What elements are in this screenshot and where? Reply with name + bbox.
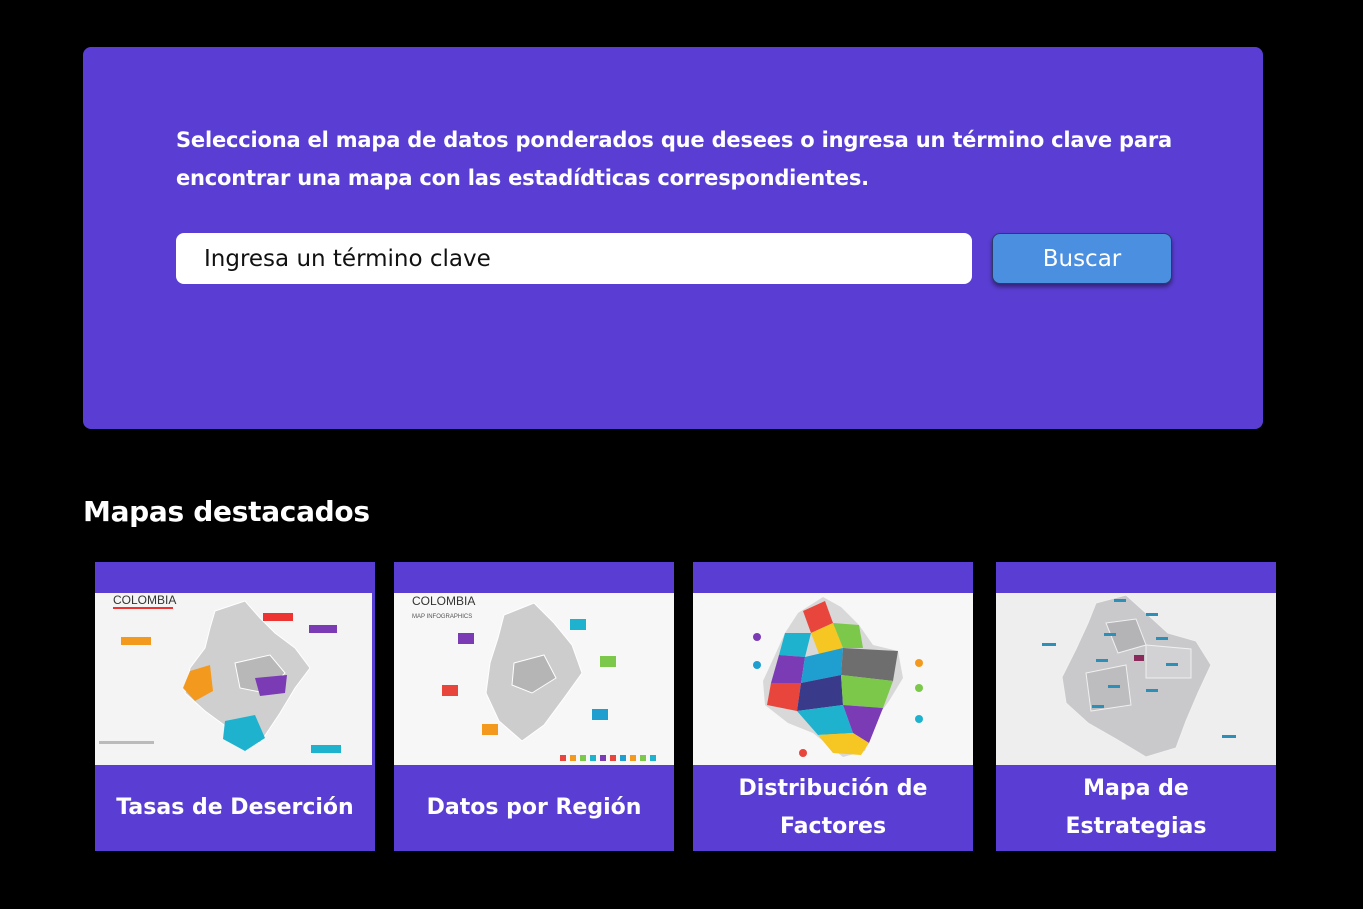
- map-card-desercion[interactable]: COLOMBIA Tasas de Deserción: [95, 562, 375, 851]
- map-card-label: Mapa de Estrategias: [1065, 776, 1207, 839]
- map-thumbnail: [693, 593, 973, 765]
- map-card-label: Tasas de Deserción: [116, 795, 354, 820]
- map-thumbnail: [996, 593, 1276, 765]
- colombia-map-infographic-image: COLOMBIA MAP INFOGRAPHICS: [394, 593, 674, 765]
- colombia-map-infographic-image: COLOMBIA: [95, 593, 372, 765]
- search-panel: Selecciona el mapa de datos ponderados q…: [83, 47, 1263, 429]
- featured-maps-title: Mapas destacados: [83, 495, 370, 528]
- search-input[interactable]: Ingresa un término clave: [176, 233, 972, 284]
- map-thumbnail: COLOMBIA MAP INFOGRAPHICS: [394, 593, 674, 765]
- map-card-factores[interactable]: Distribución de Factores: [693, 562, 973, 851]
- map-card-estrategias[interactable]: Mapa de Estrategias: [996, 562, 1276, 851]
- colombia-map-infographic-image: [693, 593, 973, 765]
- thumb-title: COLOMBIA: [412, 594, 475, 608]
- search-button[interactable]: Buscar: [992, 233, 1172, 284]
- colombia-map-infographic-image: [996, 593, 1276, 765]
- thumb-subtitle: MAP INFOGRAPHICS: [412, 614, 472, 620]
- map-card-label: Distribución de Factores: [738, 776, 928, 839]
- map-card-region[interactable]: COLOMBIA MAP INFOGRAPHICS Datos por Regi…: [394, 562, 674, 851]
- thumb-title: COLOMBIA: [113, 593, 176, 607]
- search-input-value: Ingresa un término clave: [204, 245, 491, 272]
- map-thumbnail: COLOMBIA: [95, 593, 372, 765]
- search-intro-text: Selecciona el mapa de datos ponderados q…: [176, 128, 1172, 190]
- map-card-label: Datos por Región: [426, 795, 642, 820]
